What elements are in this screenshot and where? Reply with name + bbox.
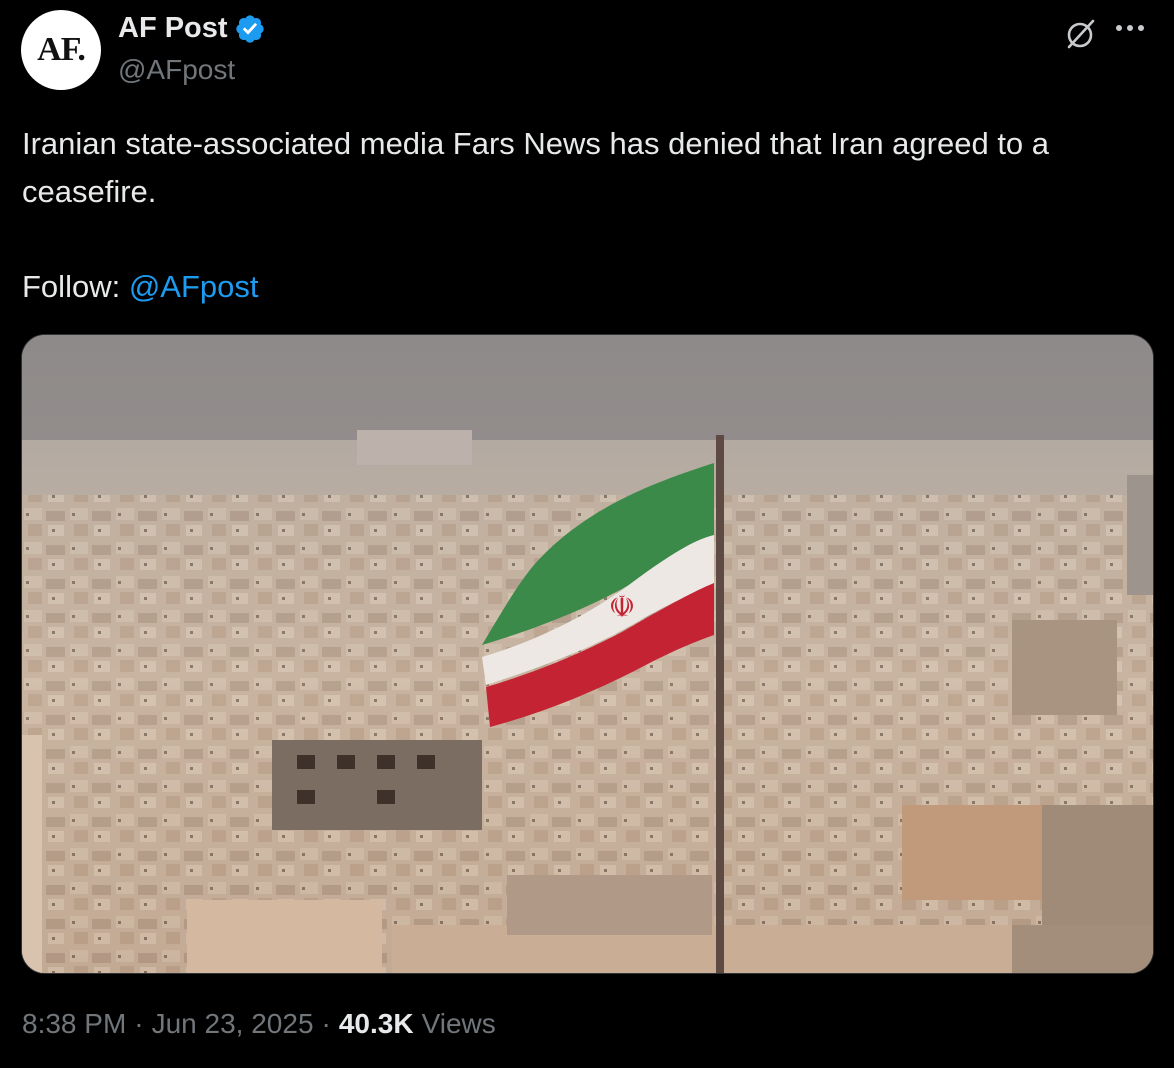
follow-label: Follow: (22, 269, 121, 304)
tweet-photo[interactable]: ☫ (21, 334, 1154, 974)
tweet-body: Iranian state-associated media Fars News… (22, 126, 1050, 209)
display-name[interactable]: AF Post (118, 12, 228, 45)
grok-icon[interactable] (1063, 17, 1097, 51)
svg-text:☫: ☫ (609, 590, 636, 625)
tweet-meta: 8:38 PM · Jun 23, 2025 · 40.3K Views (22, 1008, 496, 1040)
meta-separator: · (134, 1008, 144, 1039)
views-count: 40.3K (338, 1008, 414, 1039)
tweet-date[interactable]: Jun 23, 2025 (152, 1008, 314, 1040)
iran-flag-city-photo: ☫ (22, 335, 1153, 973)
follow-line: Follow: @AFpost (22, 263, 259, 311)
avatar[interactable]: AF. (21, 10, 101, 90)
handle[interactable]: @AFpost (118, 54, 235, 86)
more-options-icon[interactable] (1116, 18, 1152, 38)
tweet-time[interactable]: 8:38 PM (22, 1008, 126, 1040)
avatar-text: AF. (37, 31, 86, 68)
follow-mention-link[interactable]: @AFpost (129, 269, 259, 304)
verified-badge-icon (235, 14, 264, 43)
views-label: Views (421, 1008, 496, 1039)
author-name-row: AF Post (118, 12, 266, 45)
tweet-text: Iranian state-associated media Fars News… (22, 120, 1157, 216)
meta-separator: · (321, 1008, 331, 1039)
